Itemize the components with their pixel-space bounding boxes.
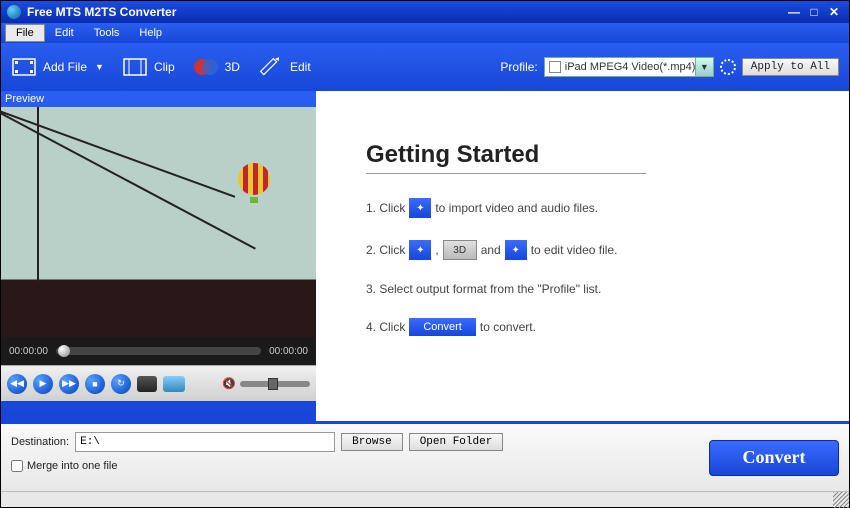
app-window: Free MTS M2TS Converter — □ ✕ File Edit … <box>0 0 850 508</box>
footer: Destination: Browse Open Folder Merge in… <box>1 421 849 491</box>
seek-track[interactable] <box>56 347 261 355</box>
destination-label: Destination: <box>11 436 69 448</box>
3d-icon <box>193 56 219 78</box>
snapshot-button[interactable] <box>137 376 157 392</box>
app-title: Free MTS M2TS Converter <box>27 5 176 19</box>
3d-mini-icon: 3D <box>443 240 477 260</box>
volume-control: 🔇 <box>222 377 310 390</box>
profile-group: Profile: iPad MPEG4 Video(*.mp4) ▼ Apply… <box>500 57 839 77</box>
volume-knob[interactable] <box>268 378 278 390</box>
prev-button[interactable]: ◀◀ <box>7 374 27 394</box>
app-icon <box>7 5 21 19</box>
getting-started-heading: Getting Started <box>366 141 646 174</box>
balloon-graphic <box>238 163 270 203</box>
merge-label: Merge into one file <box>27 460 118 472</box>
film-icon <box>11 56 37 78</box>
titlebar: Free MTS M2TS Converter — □ ✕ <box>1 1 849 23</box>
step-3: 3. Select output format from the "Profil… <box>366 282 809 296</box>
seek-bar: 00:00:00 00:00:00 <box>1 337 316 365</box>
step-2: 2. Click ✦ , 3D and ✦ to edit video file… <box>366 240 809 260</box>
dropdown-caret-icon: ▼ <box>95 62 104 72</box>
step-1: 1. Click ✦ to import video and audio fil… <box>366 198 809 218</box>
menu-help[interactable]: Help <box>129 25 172 41</box>
destination-input[interactable] <box>75 432 335 452</box>
play-button[interactable]: ▶ <box>33 374 53 394</box>
preview-pane: Preview 00:00:00 00:00:00 ◀◀ ▶ ▶▶ ■ ↻ <box>1 91 316 421</box>
3d-button[interactable]: 3D <box>193 56 240 78</box>
add-file-label: Add File <box>43 60 87 74</box>
profile-value: iPad MPEG4 Video(*.mp4) <box>565 61 696 73</box>
clip-button[interactable]: Clip <box>122 56 175 78</box>
player-controls: ◀◀ ▶ ▶▶ ■ ↻ 🔇 <box>1 365 316 401</box>
convert-mini-button: Convert <box>409 318 476 336</box>
getting-started-pane: Getting Started 1. Click ✦ to import vid… <box>316 91 849 421</box>
profile-label: Profile: <box>500 60 537 74</box>
close-button[interactable]: ✕ <box>825 5 843 19</box>
step-4: 4. Click Convert to convert. <box>366 318 809 336</box>
edit-icon <box>258 56 284 78</box>
add-file-button[interactable]: Add File ▼ <box>11 56 104 78</box>
toolbar: Add File ▼ Clip 3D Edit Profile: iPad MP… <box>1 43 849 91</box>
clip-label: Clip <box>154 60 175 74</box>
apply-to-all-button[interactable]: Apply to All <box>742 58 839 76</box>
minimize-button[interactable]: — <box>785 5 803 19</box>
resize-grip[interactable] <box>833 492 849 508</box>
status-bar <box>1 491 849 507</box>
time-current: 00:00:00 <box>9 346 48 357</box>
mute-icon[interactable]: 🔇 <box>222 377 236 390</box>
menubar: File Edit Tools Help <box>1 23 849 43</box>
convert-button[interactable]: Convert <box>709 440 839 476</box>
volume-slider[interactable] <box>240 381 310 387</box>
open-folder-button[interactable]: Open Folder <box>409 433 504 451</box>
menu-edit[interactable]: Edit <box>45 25 84 41</box>
settings-button[interactable] <box>720 59 736 75</box>
3d-label: 3D <box>225 60 240 74</box>
edit-label: Edit <box>290 60 311 74</box>
wire-graphic <box>0 107 235 198</box>
edit-button[interactable]: Edit <box>258 56 311 78</box>
pole-graphic <box>37 107 39 282</box>
ipad-icon <box>549 61 561 73</box>
content-area: Preview 00:00:00 00:00:00 ◀◀ ▶ ▶▶ ■ ↻ <box>1 91 849 421</box>
next-button[interactable]: ▶▶ <box>59 374 79 394</box>
import-icon: ✦ <box>409 198 431 218</box>
video-preview[interactable] <box>1 107 316 337</box>
preview-label: Preview <box>1 91 316 107</box>
snapshot-folder-button[interactable] <box>163 376 185 392</box>
repeat-button[interactable]: ↻ <box>111 374 131 394</box>
chevron-down-icon: ▼ <box>695 58 713 76</box>
clip-mini-icon: ✦ <box>409 240 431 260</box>
edit-mini-icon: ✦ <box>505 240 527 260</box>
menu-tools[interactable]: Tools <box>84 25 130 41</box>
destination-block: Destination: Browse Open Folder Merge in… <box>11 432 697 472</box>
seek-knob[interactable] <box>58 345 70 357</box>
clip-icon <box>122 56 148 78</box>
maximize-button[interactable]: □ <box>805 5 823 19</box>
merge-checkbox[interactable] <box>11 460 23 472</box>
stop-button[interactable]: ■ <box>85 374 105 394</box>
browse-button[interactable]: Browse <box>341 433 403 451</box>
time-total: 00:00:00 <box>269 346 308 357</box>
profile-select[interactable]: iPad MPEG4 Video(*.mp4) ▼ <box>544 57 714 77</box>
menu-file[interactable]: File <box>5 24 45 42</box>
